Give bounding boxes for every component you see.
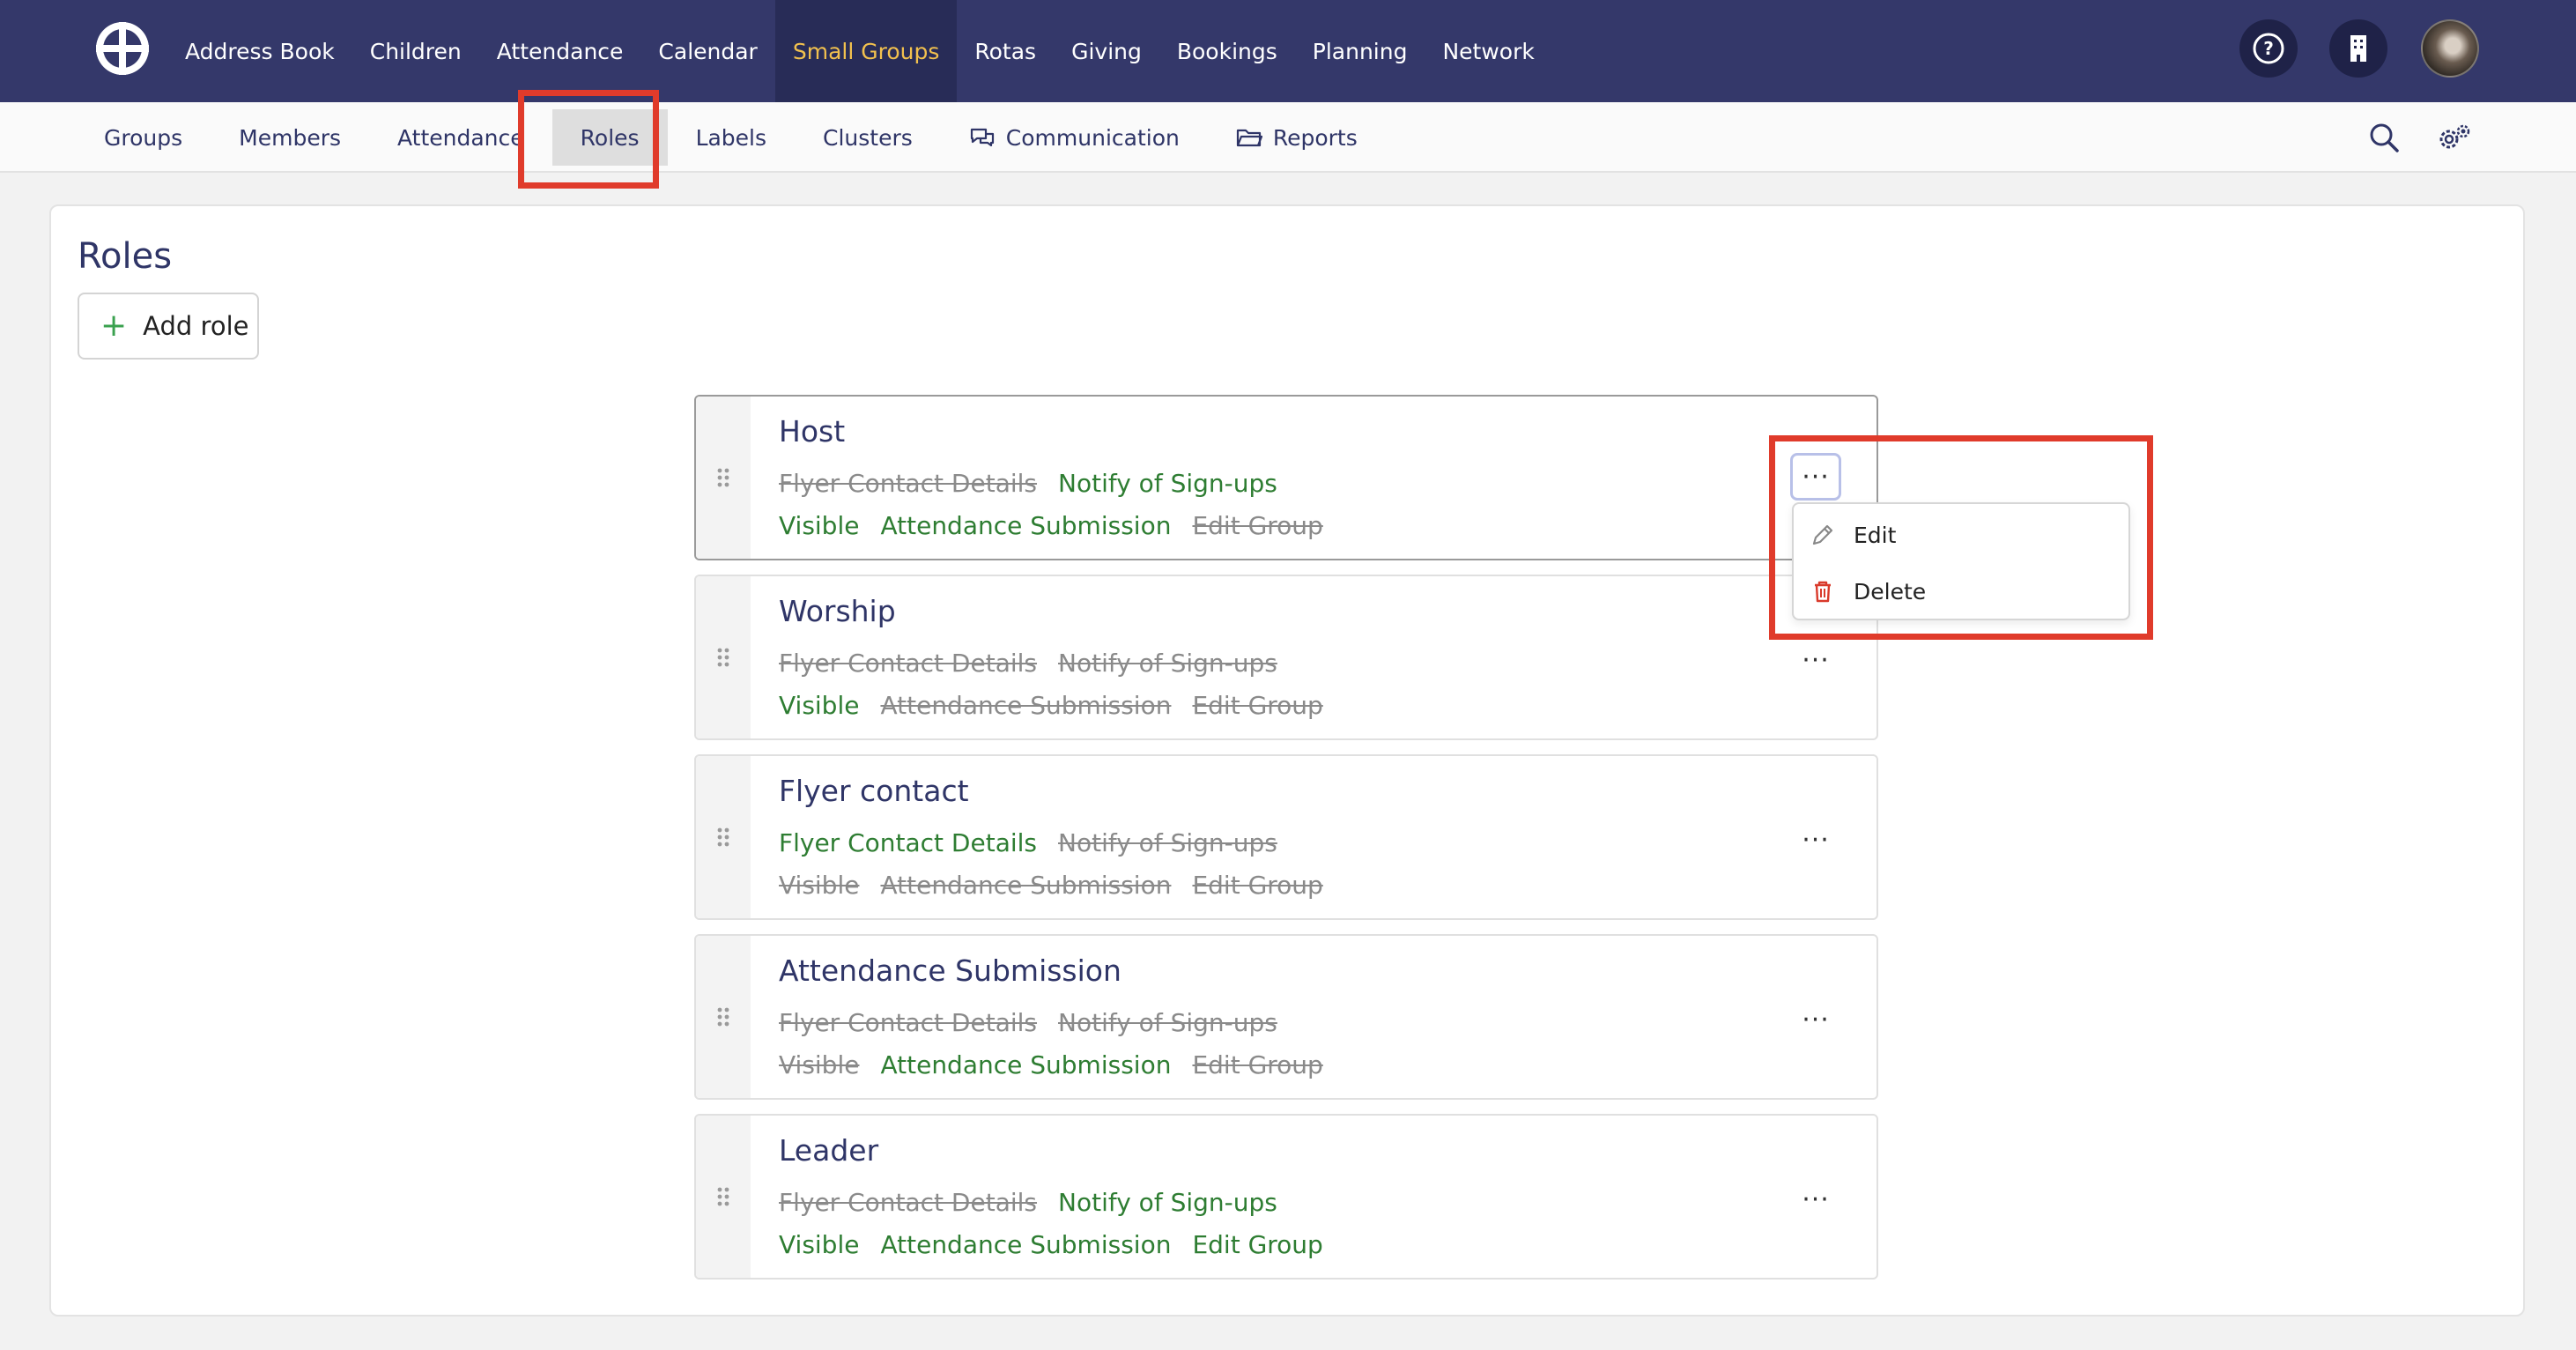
search-icon[interactable] <box>2366 120 2402 155</box>
permission-notify: Notify of Sign-ups <box>1058 1008 1277 1037</box>
folder-icon <box>1236 129 1262 147</box>
add-role-button[interactable]: + Add role <box>78 293 259 360</box>
permission-attendance: Attendance Submission <box>880 1230 1172 1259</box>
drag-handle-icon[interactable] <box>696 576 751 738</box>
permission-notify: Notify of Sign-ups <box>1058 649 1277 678</box>
role-permissions-line1: Flyer Contact Details Notify of Sign-ups <box>779 1008 1277 1037</box>
trash-icon <box>1815 581 1831 603</box>
page-title: Roles <box>78 236 173 277</box>
topnav-children[interactable]: Children <box>352 0 479 102</box>
topnav-address-book[interactable]: Address Book <box>167 0 352 102</box>
role-row[interactable]: Flyer contact Flyer Contact Details Notify… <box>694 754 1878 920</box>
topnav-calendar[interactable]: Calendar <box>640 0 774 102</box>
role-permissions-line2: Visible Attendance Submission Edit Group <box>779 691 1323 720</box>
tab-groups[interactable]: Groups <box>76 102 211 173</box>
top-nav: Address Book Children Attendance Calenda… <box>167 0 1552 102</box>
more-options-button[interactable]: ··· <box>1790 1184 1841 1215</box>
sub-nav: Groups Members Attendance Roles Labels C… <box>76 102 1386 173</box>
permission-visible: Visible <box>779 691 860 720</box>
dropdown-delete[interactable]: Delete <box>1810 578 1926 605</box>
role-permissions-line1: Flyer Contact Details Notify of Sign-ups <box>779 469 1277 498</box>
role-actions-dropdown: Edit Delete <box>1792 502 2130 620</box>
plus-icon: + <box>100 308 128 344</box>
dropdown-edit[interactable]: Edit <box>1810 522 1896 548</box>
permission-attendance: Attendance Submission <box>880 871 1172 900</box>
drag-handle-icon[interactable] <box>696 756 751 918</box>
permission-visible: Visible <box>779 511 860 540</box>
permission-visible: Visible <box>779 1050 860 1079</box>
permission-attendance: Attendance Submission <box>880 691 1172 720</box>
pencil-icon <box>1812 524 1833 545</box>
role-permissions-line2: Visible Attendance Submission Edit Group <box>779 1230 1323 1259</box>
drag-handle-icon[interactable] <box>696 397 751 559</box>
topnav-small-groups[interactable]: Small Groups <box>774 0 958 102</box>
permission-notify: Notify of Sign-ups <box>1058 1188 1277 1217</box>
permission-flyer: Flyer Contact Details <box>779 469 1038 498</box>
dropdown-delete-label: Delete <box>1854 578 1927 605</box>
role-row[interactable]: Attendance Submission Flyer Contact Detai… <box>694 934 1878 1100</box>
tab-clusters[interactable]: Clusters <box>795 102 941 173</box>
role-name: Worship <box>779 594 896 628</box>
tab-reports-label: Reports <box>1272 124 1358 151</box>
role-permissions-line2: Visible Attendance Submission Edit Group <box>779 511 1323 540</box>
tab-communication[interactable]: Communication <box>941 102 1208 173</box>
more-options-button[interactable]: ··· <box>1790 1005 1841 1035</box>
more-options-button[interactable]: ··· <box>1790 645 1841 676</box>
permission-visible: Visible <box>779 1230 860 1259</box>
user-avatar[interactable] <box>2421 19 2479 78</box>
role-row[interactable]: Host Flyer Contact Details Notify of Sign-… <box>694 395 1878 560</box>
permission-flyer: Flyer Contact Details <box>779 649 1038 678</box>
role-permissions-line1: Flyer Contact Details Notify of Sign-ups <box>779 649 1277 678</box>
permission-edit: Edit Group <box>1192 691 1323 720</box>
role-name: Flyer contact <box>779 774 969 808</box>
tab-reports[interactable]: Reports <box>1208 102 1386 173</box>
tab-labels[interactable]: Labels <box>668 102 795 173</box>
more-options-button[interactable]: ··· <box>1790 825 1841 856</box>
settings-icon[interactable] <box>2437 120 2472 155</box>
permission-edit: Edit Group <box>1192 1050 1323 1079</box>
role-name: Leader <box>779 1133 879 1168</box>
permission-flyer: Flyer Contact Details <box>779 1008 1038 1037</box>
permission-flyer: Flyer Contact Details <box>779 1188 1038 1217</box>
permission-flyer: Flyer Contact Details <box>779 828 1038 857</box>
topnav-rotas[interactable]: Rotas <box>957 0 1054 102</box>
topnav-network[interactable]: Network <box>1425 0 1551 102</box>
drag-handle-icon[interactable] <box>696 936 751 1098</box>
svg-text:?: ? <box>2263 38 2274 59</box>
role-name: Host <box>779 414 846 449</box>
permission-edit: Edit Group <box>1192 511 1323 540</box>
topnav-bookings[interactable]: Bookings <box>1159 0 1295 102</box>
permission-notify: Notify of Sign-ups <box>1058 828 1277 857</box>
help-icon[interactable]: ? <box>2239 19 2298 78</box>
permission-notify: Notify of Sign-ups <box>1058 469 1277 498</box>
role-row[interactable]: Leader Flyer Contact Details Notify of Sig… <box>694 1114 1878 1280</box>
role-permissions-line2: Visible Attendance Submission Edit Group <box>779 871 1323 900</box>
permission-edit: Edit Group <box>1192 871 1323 900</box>
add-role-label: Add role <box>143 311 249 341</box>
tab-members[interactable]: Members <box>211 102 369 173</box>
role-row[interactable]: Worship Flyer Contact Details Notify of Si… <box>694 575 1878 740</box>
chat-icon <box>970 128 994 147</box>
sub-navbar: Groups Members Attendance Roles Labels C… <box>0 102 2576 173</box>
topnav-attendance[interactable]: Attendance <box>479 0 641 102</box>
role-permissions-line2: Visible Attendance Submission Edit Group <box>779 1050 1323 1079</box>
role-permissions-line1: Flyer Contact Details Notify of Sign-ups <box>779 1188 1277 1217</box>
permission-edit: Edit Group <box>1192 1230 1323 1259</box>
permission-visible: Visible <box>779 871 860 900</box>
role-name: Attendance Submission <box>779 953 1121 988</box>
topnav-planning[interactable]: Planning <box>1295 0 1425 102</box>
building-icon[interactable] <box>2329 19 2387 78</box>
top-navbar: Address Book Children Attendance Calenda… <box>0 0 2576 102</box>
topnav-giving[interactable]: Giving <box>1054 0 1159 102</box>
tab-communication-label: Communication <box>1005 124 1180 151</box>
permission-attendance: Attendance Submission <box>880 1050 1172 1079</box>
role-permissions-line1: Flyer Contact Details Notify of Sign-ups <box>779 828 1277 857</box>
app-logo-icon[interactable] <box>93 19 152 78</box>
highlight-roles-tab <box>518 90 659 189</box>
dropdown-edit-label: Edit <box>1854 522 1897 548</box>
permission-attendance: Attendance Submission <box>880 511 1172 540</box>
drag-handle-icon[interactable] <box>696 1116 751 1278</box>
